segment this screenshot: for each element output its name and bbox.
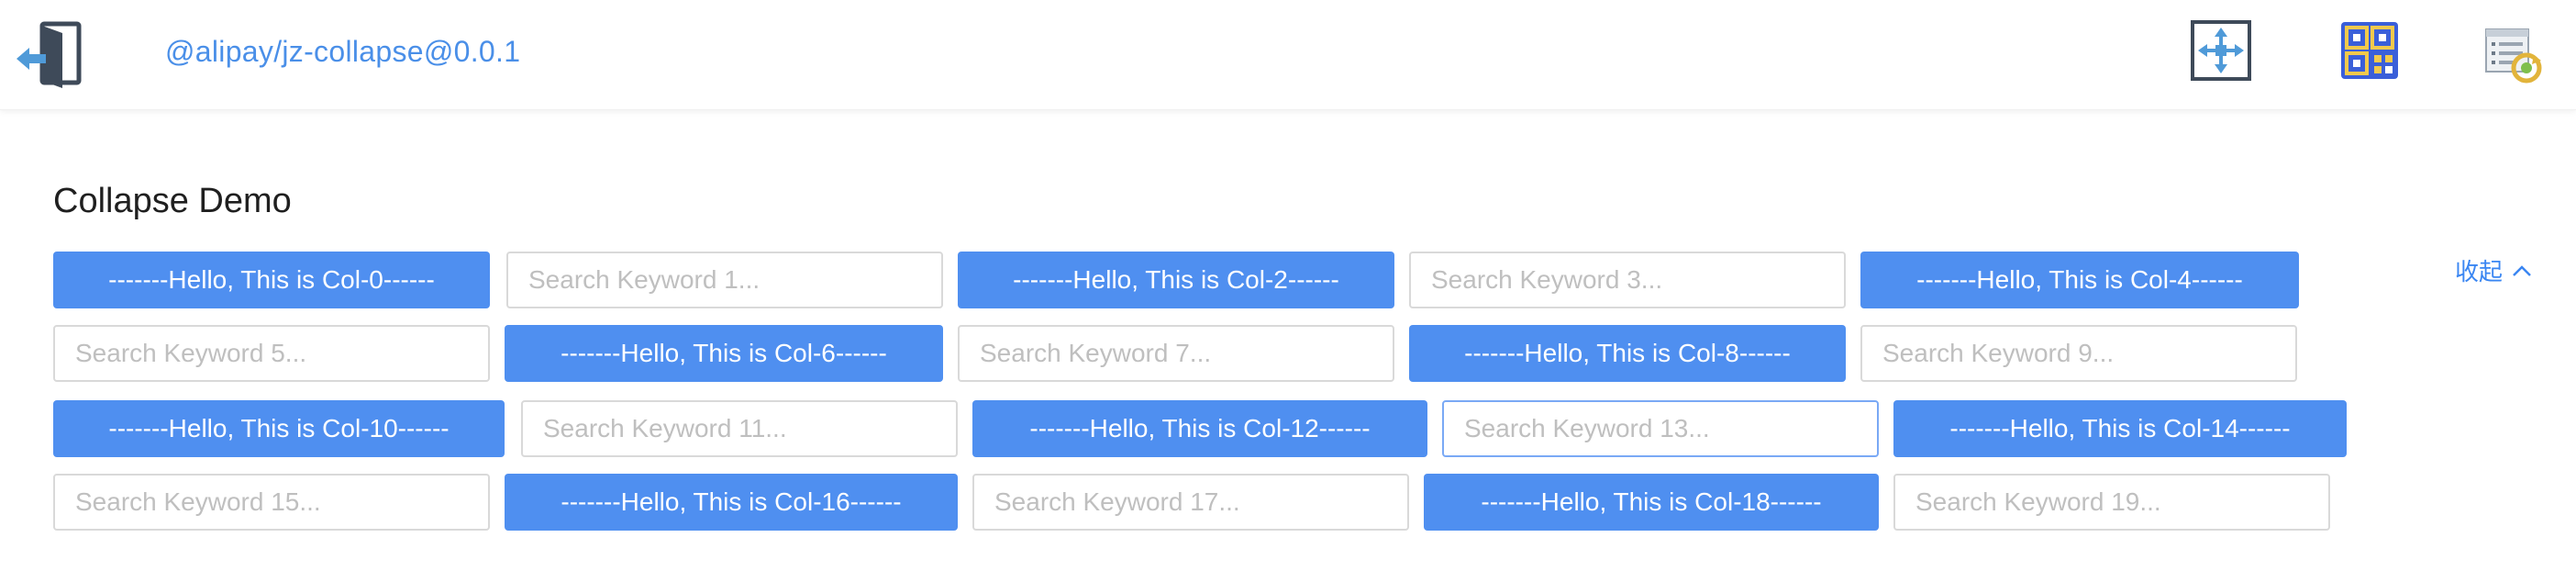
package-title[interactable]: @alipay/jz-collapse@0.0.1 bbox=[165, 35, 520, 69]
grid-button-col-4[interactable]: -------Hello, This is Col-4------ bbox=[1860, 252, 2299, 308]
collapse-label: 收起 bbox=[2455, 258, 2504, 285]
search-input-17[interactable]: Search Keyword 17... bbox=[972, 474, 1409, 531]
grid-button-col-2[interactable]: -------Hello, This is Col-2------ bbox=[958, 252, 1394, 308]
grid-button-col-8[interactable]: -------Hello, This is Col-8------ bbox=[1409, 325, 1846, 382]
grid-button-col-6[interactable]: -------Hello, This is Col-6------ bbox=[505, 325, 943, 382]
search-input-13[interactable]: Search Keyword 13... bbox=[1442, 400, 1879, 457]
search-input-15[interactable]: Search Keyword 15... bbox=[53, 474, 490, 531]
search-input-3[interactable]: Search Keyword 3... bbox=[1409, 252, 1846, 308]
report-refresh-icon[interactable] bbox=[2482, 24, 2543, 84]
chevron-up-icon bbox=[2513, 264, 2531, 276]
top-bar: @alipay/jz-collapse@0.0.1 bbox=[0, 0, 2576, 110]
search-input-7[interactable]: Search Keyword 7... bbox=[958, 325, 1394, 382]
collapse-toggle[interactable]: 收起 bbox=[2455, 253, 2532, 287]
page-title: Collapse Demo bbox=[53, 182, 292, 220]
grid-button-col-16[interactable]: -------Hello, This is Col-16------ bbox=[505, 474, 958, 531]
search-input-11[interactable]: Search Keyword 11... bbox=[521, 400, 958, 457]
door-exit-icon[interactable] bbox=[15, 20, 84, 90]
search-input-5[interactable]: Search Keyword 5... bbox=[53, 325, 490, 382]
grid-button-col-14[interactable]: -------Hello, This is Col-14------ bbox=[1893, 400, 2347, 457]
grid-button-col-18[interactable]: -------Hello, This is Col-18------ bbox=[1424, 474, 1879, 531]
qrcode-icon[interactable] bbox=[2339, 20, 2400, 81]
search-input-9[interactable]: Search Keyword 9... bbox=[1860, 325, 2297, 382]
grid-button-col-12[interactable]: -------Hello, This is Col-12------ bbox=[972, 400, 1427, 457]
fullscreen-arrows-icon[interactable] bbox=[2191, 20, 2251, 81]
search-input-1[interactable]: Search Keyword 1... bbox=[506, 252, 943, 308]
grid-button-col-0[interactable]: -------Hello, This is Col-0------ bbox=[53, 252, 490, 308]
search-input-19[interactable]: Search Keyword 19... bbox=[1893, 474, 2330, 531]
grid-button-col-10[interactable]: -------Hello, This is Col-10------ bbox=[53, 400, 505, 457]
